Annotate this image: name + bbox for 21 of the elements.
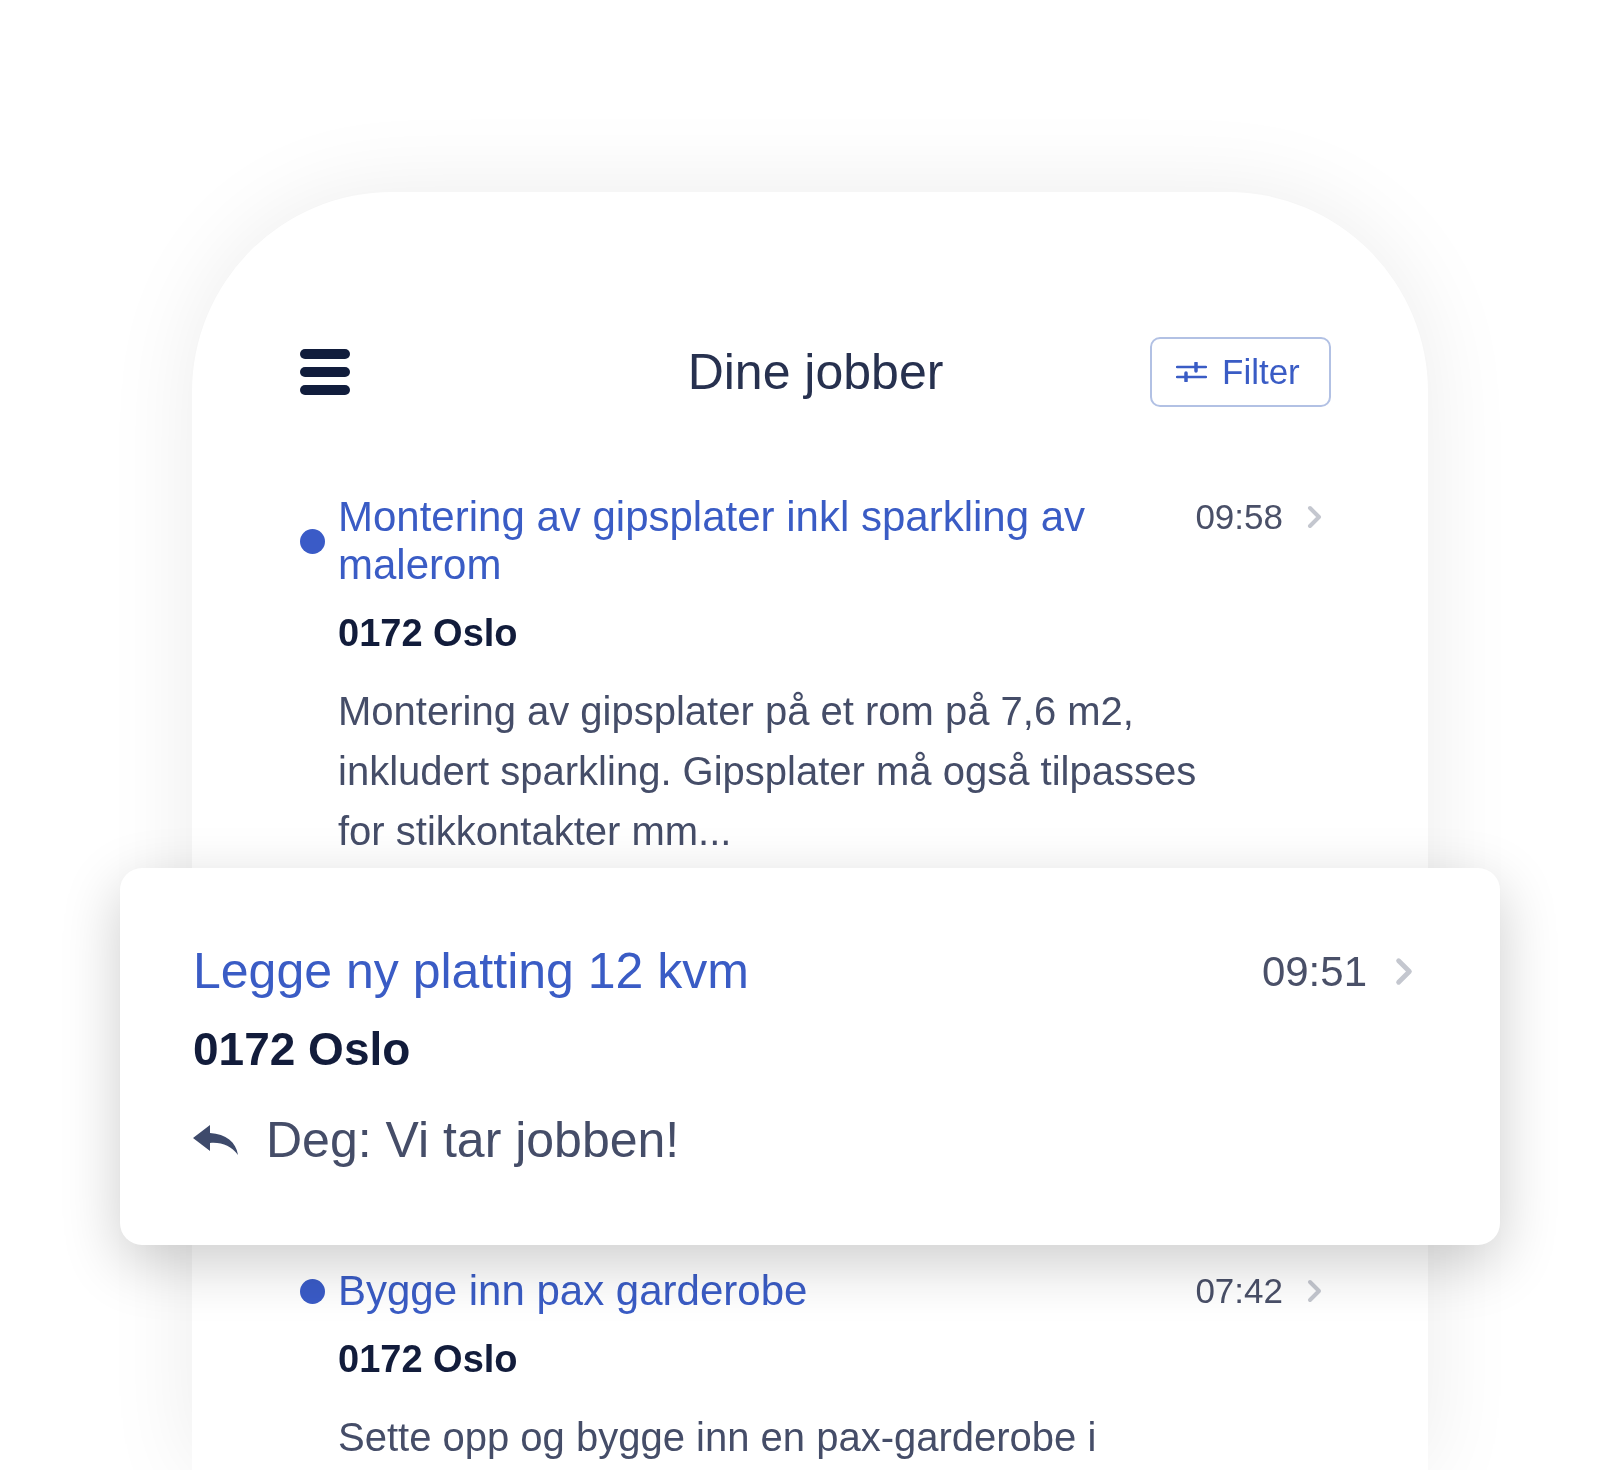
last-message: Deg: Vi tar jobben! bbox=[266, 1112, 680, 1168]
chevron-right-icon bbox=[1307, 505, 1322, 529]
chevron-right-icon bbox=[1395, 956, 1413, 986]
filter-button[interactable]: Filter bbox=[1150, 337, 1331, 407]
job-title[interactable]: Legge ny platting 12 kvm bbox=[193, 943, 789, 999]
job-time: 09:51 bbox=[1261, 946, 1367, 997]
job-title[interactable]: Montering av gipsplater inkl sparkling av malerom bbox=[338, 493, 1196, 589]
job-location: 0172 Oslo bbox=[193, 1022, 411, 1077]
job-description: Montering av gipsplater på et rom på 7,6 m2, inkludert sparkling. Gipsplater må også tilpasses for stikkontakter mm... bbox=[338, 688, 1198, 855]
job-time: 09:58 bbox=[1195, 495, 1283, 538]
job-time: 07:42 bbox=[1195, 1269, 1283, 1312]
page-title: Dine jobber bbox=[687, 343, 944, 402]
job-description: Sette opp og bygge inn en pax-garderobe i bbox=[338, 1414, 1098, 1461]
sliders-icon bbox=[1176, 362, 1207, 382]
job-location: 0172 Oslo bbox=[338, 611, 518, 656]
chevron-right-icon bbox=[1307, 1279, 1322, 1303]
menu-icon[interactable] bbox=[300, 349, 350, 395]
reply-arrow-icon bbox=[193, 1124, 238, 1156]
job-title[interactable]: Bygge inn pax garderobe bbox=[338, 1267, 848, 1315]
job-location: 0172 Oslo bbox=[338, 1337, 518, 1382]
job-card[interactable]: Legge ny platting 12 kvm 09:51 0172 Oslo Deg: Vi tar jobben! bbox=[120, 868, 1500, 1245]
